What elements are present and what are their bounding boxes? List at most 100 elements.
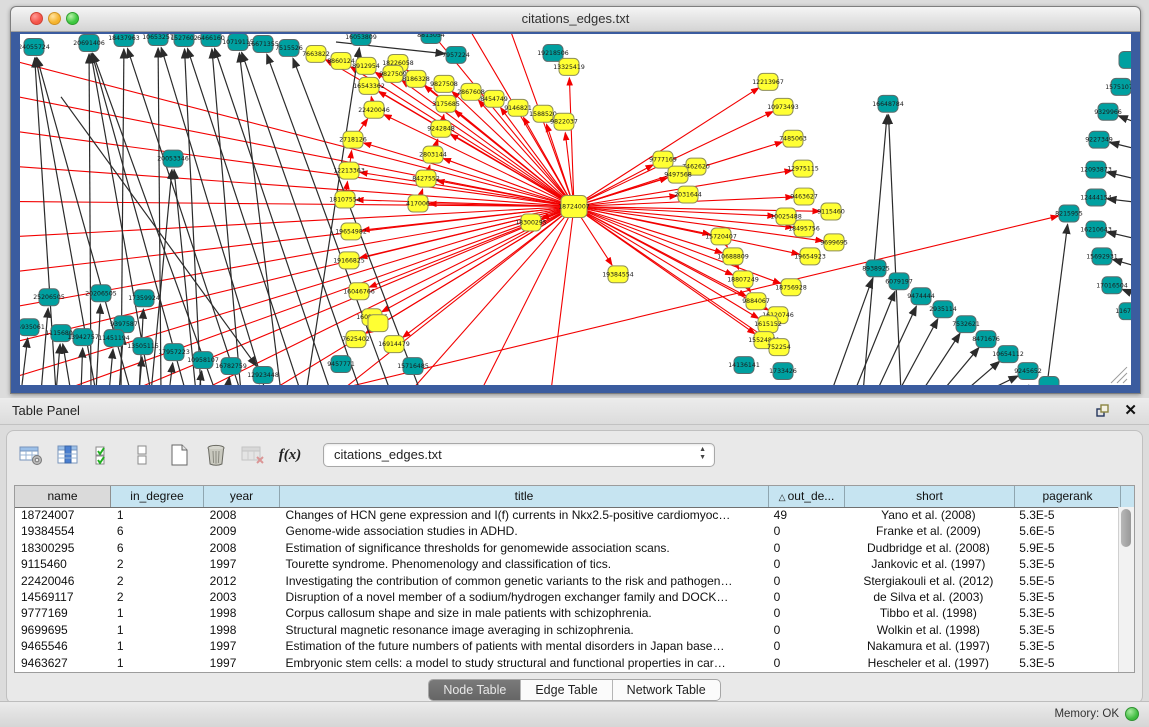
- citation-edge-black[interactable]: [963, 361, 1000, 385]
- graph-node[interactable]: 12213967: [752, 73, 784, 90]
- graph-node[interactable]: 15716485: [397, 358, 429, 375]
- graph-node[interactable]: 2718126: [339, 131, 367, 148]
- graph-node[interactable]: [1039, 377, 1059, 385]
- citation-edge-red[interactable]: [551, 207, 574, 385]
- graph-node[interactable]: 16210643: [1080, 221, 1112, 238]
- graph-node[interactable]: 8471676: [972, 331, 1000, 348]
- graph-node[interactable]: 9227349: [1085, 131, 1113, 148]
- graph-node[interactable]: 8186328: [402, 70, 430, 87]
- citation-edge-black[interactable]: [876, 306, 916, 385]
- graph-node[interactable]: 20691406: [73, 34, 105, 51]
- table-row[interactable]: 977716911998Corpus callosum shape and si…: [15, 605, 1119, 621]
- table-row[interactable]: 946362711997Embryonic stem cells: a mode…: [15, 655, 1119, 671]
- graph-node[interactable]: 9463627: [790, 188, 818, 205]
- citation-edge-black[interactable]: [1110, 142, 1131, 151]
- scrollbar-thumb[interactable]: [1121, 509, 1131, 547]
- citation-graph[interactable]: 2405572420691406184379631065325715276026…: [20, 34, 1131, 385]
- graph-node[interactable]: 12923448: [247, 367, 279, 384]
- graph-node[interactable]: 7485063: [779, 130, 807, 147]
- table-row[interactable]: 1872400712008Changes of HCN gene express…: [15, 507, 1119, 523]
- citation-edge-black[interactable]: [63, 344, 71, 385]
- graph-node[interactable]: 16046766: [343, 283, 375, 300]
- citation-edge-black[interactable]: [1122, 289, 1131, 299]
- graph-node[interactable]: 6466160: [197, 34, 225, 46]
- graph-node[interactable]: 7625402: [342, 331, 370, 348]
- graph-node[interactable]: 15692931: [1086, 248, 1118, 265]
- graph-node[interactable]: 18437963: [108, 34, 140, 46]
- graph-node[interactable]: 8938925: [862, 260, 890, 277]
- select-all-button[interactable]: [91, 441, 119, 469]
- graph-node[interactable]: 15720407: [705, 228, 737, 245]
- graph-node[interactable]: 7515526: [275, 39, 303, 56]
- citation-edge-red[interactable]: [574, 207, 733, 275]
- tab-edge-table[interactable]: Edge Table: [521, 680, 612, 700]
- citation-edge-black[interactable]: [1113, 259, 1131, 269]
- column-header-short[interactable]: short: [845, 486, 1015, 507]
- graph-node[interactable]: 2935114: [929, 301, 957, 318]
- citation-edge-black[interactable]: [21, 338, 28, 385]
- citation-edge-black[interactable]: [898, 319, 938, 385]
- tab-network-table[interactable]: Network Table: [613, 680, 720, 700]
- graph-node[interactable]: 18107554: [329, 191, 361, 208]
- network-canvas[interactable]: 2405572420691406184379631065325715276026…: [20, 34, 1131, 385]
- graph-node[interactable]: 12444154: [1080, 189, 1112, 206]
- window-titlebar[interactable]: citations_edges.txt: [11, 7, 1140, 32]
- table-row[interactable]: 2242004622012Investigating the contribut…: [15, 573, 1119, 589]
- canvas-resize-grip[interactable]: [1123, 379, 1127, 383]
- graph-node[interactable]: 9777169: [649, 151, 677, 168]
- citation-edge-black[interactable]: [215, 48, 331, 385]
- graph-node[interactable]: 17016504: [1096, 277, 1128, 294]
- graph-node[interactable]: 7532621: [952, 316, 980, 333]
- citation-edge-black[interactable]: [109, 349, 113, 385]
- graph-node[interactable]: 10653257: [142, 34, 174, 45]
- graph-node[interactable]: 8860124: [327, 52, 355, 69]
- column-header-name[interactable]: name: [15, 486, 111, 507]
- column-header-pagerank[interactable]: pagerank: [1015, 486, 1121, 507]
- graph-node[interactable]: 10973493: [767, 98, 799, 115]
- citation-edge-red[interactable]: [20, 167, 574, 207]
- citation-edge-black[interactable]: [187, 48, 301, 385]
- citation-edge-black[interactable]: [239, 53, 281, 385]
- citation-edge-black[interactable]: [854, 291, 895, 385]
- table-row[interactable]: 946554611997Estimation of the future num…: [15, 638, 1119, 654]
- table-selector[interactable]: citations_edges.txt ▲▼: [323, 443, 715, 467]
- create-column-button[interactable]: [165, 441, 193, 469]
- graph-node[interactable]: 9245652: [1014, 363, 1042, 380]
- citation-edge-black[interactable]: [161, 47, 266, 385]
- delete-table-button[interactable]: [239, 441, 267, 469]
- citation-edge-red[interactable]: [411, 207, 574, 385]
- citation-edge-black[interactable]: [1118, 116, 1131, 127]
- column-header-year[interactable]: year: [204, 486, 280, 507]
- table-row[interactable]: 1830029562008Estimation of significance …: [15, 540, 1119, 556]
- citation-edge-black[interactable]: [863, 115, 887, 385]
- graph-node[interactable]: 24055724: [20, 38, 50, 55]
- graph-node[interactable]: 9115460: [817, 203, 845, 220]
- graph-node[interactable]: 19384554: [602, 266, 634, 283]
- table-options-button[interactable]: [17, 441, 45, 469]
- graph-node[interactable]: 9497568: [664, 166, 692, 183]
- function-builder-button[interactable]: f(x): [276, 441, 304, 469]
- graph-node[interactable]: 7957224: [442, 46, 470, 63]
- citation-edge-black[interactable]: [41, 308, 48, 385]
- citation-edge-red[interactable]: [403, 207, 574, 338]
- column-header-title[interactable]: title: [280, 486, 769, 507]
- graph-node[interactable]: 417006: [406, 195, 430, 212]
- graph-node[interactable]: 8427552: [412, 170, 440, 187]
- canvas-resize-grip[interactable]: [1117, 373, 1127, 383]
- citation-edge-red[interactable]: [201, 207, 574, 385]
- column-header-out_de[interactable]: △out_de...: [769, 486, 845, 507]
- delete-columns-button[interactable]: [202, 441, 230, 469]
- graph-node[interactable]: 1733426: [769, 363, 797, 380]
- graph-node[interactable]: 1167533: [1115, 303, 1131, 320]
- citation-edge-black[interactable]: [96, 304, 100, 385]
- graph-node[interactable]: 14136141: [728, 357, 760, 374]
- graph-node[interactable]: 9822037: [550, 113, 578, 130]
- graph-node[interactable]: 12093873: [1080, 161, 1112, 178]
- table-row[interactable]: 911546021997Tourette syndrome. Phenomeno…: [15, 556, 1119, 572]
- graph-node[interactable]: 18756928: [775, 279, 807, 296]
- graph-node[interactable]: 9699695: [820, 234, 848, 251]
- graph-node[interactable]: [368, 315, 388, 332]
- graph-node[interactable]: 15751074: [1105, 78, 1131, 95]
- graph-node[interactable]: 19654923: [794, 248, 826, 265]
- graph-node[interactable]: 8813054: [417, 34, 445, 43]
